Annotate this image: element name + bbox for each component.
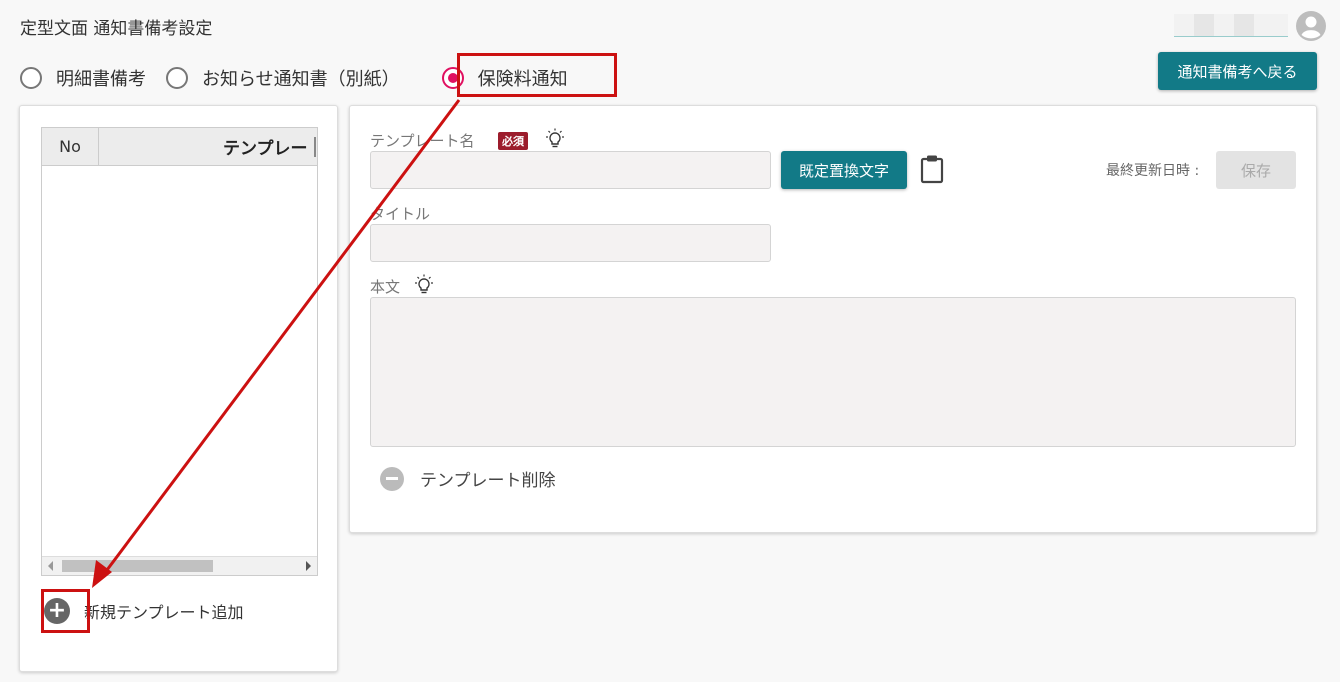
user-name[interactable] (1174, 14, 1288, 37)
minus-circle-icon[interactable] (380, 466, 404, 491)
radio-circle[interactable] (166, 67, 188, 89)
user-avatar-icon[interactable] (1296, 11, 1326, 41)
scroll-left-icon[interactable] (48, 561, 53, 571)
template-name-input[interactable] (370, 151, 771, 189)
add-template-label: 新規テンプレート追加 (84, 603, 244, 622)
page-title: 定型文面 通知書備考設定 (20, 19, 213, 39)
template-table: No テンプレー (41, 127, 318, 576)
body-label: 本文 (370, 278, 401, 296)
radio-label: お知らせ通知書（別紙） (202, 69, 400, 90)
save-button[interactable]: 保存 (1216, 151, 1296, 189)
horizontal-scrollbar[interactable] (42, 556, 317, 575)
default-replace-chars-button[interactable]: 既定置換文字 (781, 151, 907, 189)
annotation-highlight-radio (457, 53, 617, 97)
body-textarea[interactable] (370, 297, 1296, 447)
column-header-no[interactable]: No (42, 128, 99, 165)
clipboard-icon[interactable] (920, 154, 944, 184)
radio-label: 明細書備考 (56, 69, 146, 90)
title-input[interactable] (370, 224, 771, 262)
template-list-panel: No テンプレー + 新規テンプレート追加 (19, 105, 338, 672)
last-updated-label: 最終更新日時 : (1106, 163, 1200, 179)
column-header-template[interactable]: テンプレー (223, 128, 308, 165)
delete-template-button[interactable]: テンプレート削除 (380, 466, 556, 491)
table-header: No テンプレー (42, 128, 317, 166)
template-form-panel: テンプレート名 必須 既定置換文字 最終更新日時 : 保存 タイトル 本文 テン… (349, 105, 1317, 533)
delete-template-label: テンプレート削除 (420, 471, 556, 491)
lightbulb-icon[interactable] (413, 274, 435, 296)
template-name-label: テンプレート名 (370, 132, 475, 150)
annotation-highlight-add (41, 589, 90, 633)
radio-meisaisho-biko[interactable]: 明細書備考 (20, 65, 146, 91)
radio-circle[interactable] (20, 67, 42, 89)
column-resize-handle[interactable] (314, 137, 316, 157)
lightbulb-icon[interactable] (544, 128, 566, 150)
back-to-notice-button[interactable]: 通知書備考へ戻る (1158, 52, 1317, 90)
scrollbar-thumb[interactable] (62, 560, 213, 572)
scroll-right-icon[interactable] (306, 561, 311, 571)
required-badge: 必須 (498, 132, 528, 150)
title-label: タイトル (370, 205, 431, 223)
radio-oshirase-tsuchisho[interactable]: お知らせ通知書（別紙） (166, 65, 400, 91)
